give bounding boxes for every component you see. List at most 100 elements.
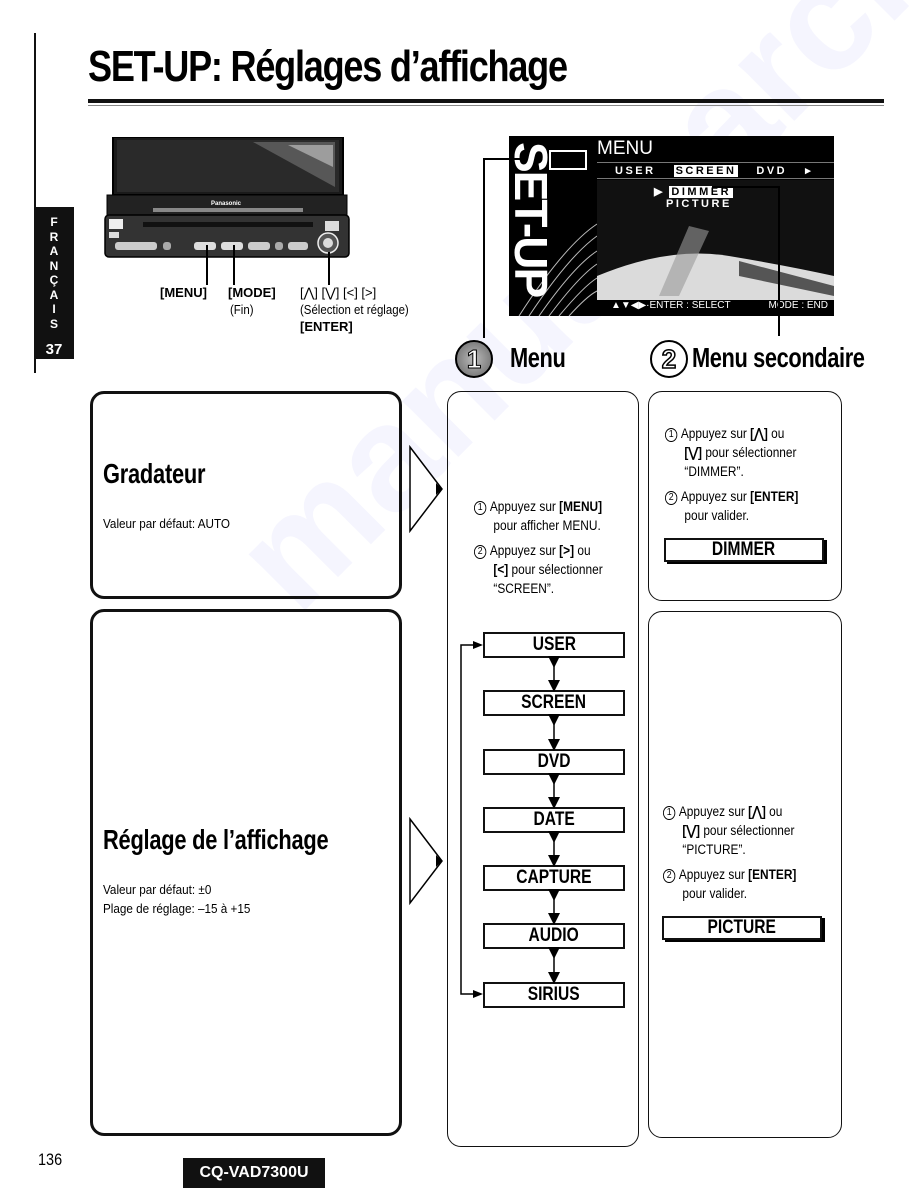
setting-range-picture: Plage de réglage: –15 à +15: [103, 901, 251, 916]
menu-hw-button: [194, 242, 216, 250]
arrow-right-icon: [409, 445, 443, 533]
result-picture: PICTURE: [662, 916, 822, 940]
enter-key-label: [ENTER]: [300, 319, 353, 334]
submenu-callout-v: [778, 186, 780, 336]
lang-letter: I: [52, 302, 56, 316]
mode-key-sublabel: (Fin): [230, 302, 254, 317]
key-left: [<]: [493, 562, 509, 577]
section-title-menu: Menu: [510, 342, 566, 373]
screen-submenu-picture[interactable]: PICTURE: [666, 198, 732, 210]
instr-text: Appuyez sur: [678, 804, 749, 819]
step-2-badge: 2: [650, 340, 688, 378]
instr-text: pour sélectionner: [700, 823, 795, 838]
submenu-instructions-dimmer: 1 Appuyez sur [⋀] ou [⋁] pour sélectionne…: [665, 424, 832, 525]
device-drawing: Panasonic: [104, 136, 350, 258]
step-number: 1: [474, 501, 487, 515]
setting-title-picture: Réglage de l’affichage: [103, 824, 329, 855]
setting-title-dimmer: Gradateur: [103, 458, 206, 489]
submenu-step-1-line-3: “DIMMER”.: [684, 464, 744, 479]
submenu-panel-dimmer: 1 Appuyez sur [⋀] ou [⋁] pour sélectionne…: [648, 391, 842, 601]
lang-letter: R: [49, 229, 59, 244]
setting-default-dimmer: Valeur par défaut: AUTO: [103, 516, 231, 531]
arrows-callout-line: [328, 252, 330, 285]
device-illustration: Panasonic: [103, 136, 351, 262]
submenu-panel-picture: 1 Appuyez sur [⋀] ou [⋁] pour sélectionne…: [648, 611, 842, 1138]
instr-text: ou: [767, 426, 785, 441]
menu-callout-v: [483, 158, 485, 338]
model-badge: CQ-VAD7300U: [183, 1158, 325, 1188]
step-number: 2: [665, 491, 678, 505]
step-number: 2: [663, 869, 676, 883]
key-right: [>]: [559, 543, 575, 558]
mode-callout-line: [233, 245, 235, 285]
menu-cycle-arrows: [460, 641, 560, 998]
instr-text: ou: [574, 543, 591, 558]
submenu-step-1-line-1: 1 Appuyez sur [⋀] ou: [665, 424, 832, 443]
menu-highlight-frame: [548, 149, 588, 171]
setting-box-dimmer: Gradateur Valeur par défaut: AUTO: [90, 391, 402, 599]
lang-letter: A: [49, 244, 59, 258]
result-label: PICTURE: [707, 917, 777, 938]
menu-step-1-line-1: 1 Appuyez sur [MENU]: [474, 497, 632, 516]
key-up: [⋀]: [748, 804, 766, 819]
step-number: 1: [665, 428, 678, 442]
title-rule: [88, 99, 884, 103]
step-1-badge: 1: [455, 340, 493, 378]
key-down: [⋁]: [684, 445, 703, 460]
page-number: 136: [38, 1150, 63, 1169]
mode-key-label: [MODE]: [228, 285, 276, 300]
submenu-instructions-picture: 1 Appuyez sur [⋀] ou [⋁] pour sélectionne…: [663, 802, 830, 903]
instr-text: Appuyez sur: [489, 499, 560, 514]
screen-tab-user[interactable]: USER: [615, 165, 656, 177]
lang-letter: F: [50, 215, 58, 229]
screen-footer: ▲▼◀▶·ENTER : SELECT MODE : END: [597, 300, 834, 311]
screen-tab-screen[interactable]: SCREEN: [673, 164, 739, 177]
key-up: [⋀]: [750, 426, 768, 441]
screen-setup-label: SET-UP: [509, 142, 557, 297]
result-label: DIMMER: [712, 539, 776, 560]
screen-tab-dvd[interactable]: DVD: [756, 165, 787, 177]
submenu-step-1-line-2: [⋁] pour sélectionner: [663, 821, 830, 840]
menu-callout-line: [206, 245, 208, 285]
submenu-dimmer-label: DIMMER: [669, 186, 734, 198]
submenu-callout-h: [712, 186, 778, 188]
chapter-number: 37: [45, 341, 63, 358]
menu-step-2-line-2: [<] pour sélectionner: [474, 560, 632, 579]
key-enter: [ENTER]: [750, 489, 799, 504]
language-tab: F R A N Ç A I S 37: [34, 207, 74, 359]
menu-callout-h: [483, 158, 521, 160]
page-title: SET-UP: Réglages d’affichage: [88, 42, 568, 91]
instr-text: Appuyez sur: [680, 426, 751, 441]
menu-instructions: 1 Appuyez sur [MENU] pour afficher MENU. …: [474, 497, 632, 598]
submenu-step-1-line-1: 1 Appuyez sur [⋀] ou: [663, 802, 830, 821]
lang-letter: Ç: [49, 273, 59, 287]
menu-step-2-line-3: “SCREEN”.: [493, 581, 555, 596]
right-arrow-icon: ▸: [805, 165, 814, 177]
play-marker-icon: ▶: [654, 186, 665, 198]
menu-step-1-line-2: pour afficher MENU.: [493, 518, 601, 533]
submenu-step-2-line-1: 2 Appuyez sur [ENTER]: [663, 865, 830, 884]
screen-tab-bar: USER SCREEN DVD ▸: [597, 162, 834, 179]
submenu-step-2-line-2: pour valider.: [684, 508, 750, 523]
lang-letter: A: [49, 287, 59, 302]
loop-arrow-icon: [473, 641, 483, 649]
submenu-step-2-line-1: 2 Appuyez sur [ENTER]: [665, 487, 832, 506]
loop-arrow-icon: [473, 990, 483, 998]
mode-hw-button: [221, 242, 243, 250]
instr-text: pour sélectionner: [702, 445, 797, 460]
setting-default-picture: Valeur par défaut: ±0: [103, 882, 212, 897]
result-dimmer: DIMMER: [664, 538, 824, 562]
menu-step-2-line-1: 2 Appuyez sur [>] ou: [474, 541, 632, 560]
section-title-submenu: Menu secondaire: [692, 342, 865, 373]
step-number: 1: [663, 806, 676, 820]
loop-line: [460, 644, 481, 995]
lang-letter: S: [49, 316, 58, 331]
arrow-keys-sublabel: (Sélection et réglage): [300, 302, 409, 317]
instr-text: Appuyez sur: [680, 489, 751, 504]
arrow-right-icon: [409, 817, 443, 905]
instr-text: Appuyez sur: [489, 543, 560, 558]
device-brand: Panasonic: [211, 201, 242, 207]
instr-text: ou: [765, 804, 783, 819]
key-down: [⋁]: [682, 823, 701, 838]
submenu-step-1-line-3: “PICTURE”.: [682, 842, 746, 857]
